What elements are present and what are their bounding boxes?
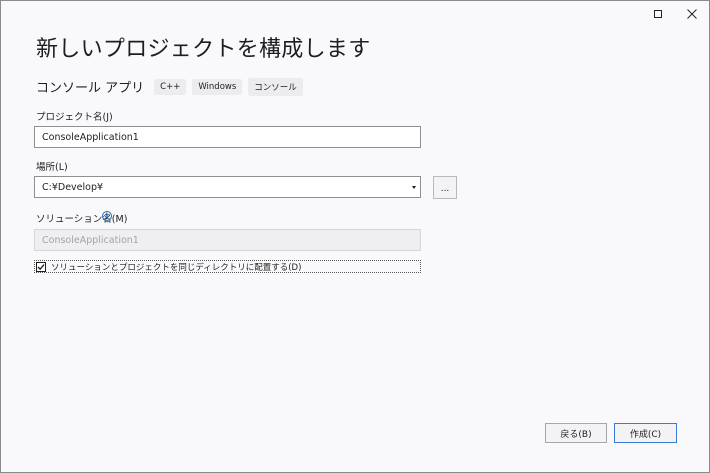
project-name-label: プロジェクト名(J) [36, 112, 113, 123]
solution-name-value: ConsoleApplication1 [42, 234, 139, 246]
location-combobox[interactable]: C:¥Develop¥ [34, 176, 421, 198]
maximize-button[interactable] [641, 1, 675, 27]
location-value: C:¥Develop¥ [42, 181, 104, 193]
browse-button[interactable]: ... [433, 176, 457, 199]
chevron-down-icon[interactable] [412, 186, 416, 189]
project-template-name: コンソール アプリ [36, 81, 145, 96]
close-button[interactable] [675, 1, 709, 27]
same-directory-checkbox-label: ソリューションとプロジェクトを同じディレクトリに配置する(D) [51, 262, 302, 273]
tag-platform: Windows [192, 78, 243, 95]
solution-name-label: ソリューション名(M) [36, 214, 128, 225]
back-button[interactable]: 戻る(B) [545, 423, 607, 443]
location-label: 場所(L) [36, 162, 68, 173]
maximize-icon [654, 10, 662, 18]
tag-project-type: コンソール [248, 77, 303, 96]
tag-language: C++ [154, 78, 187, 95]
dialog-title: 新しいプロジェクトを構成します [36, 37, 371, 62]
solution-name-input: ConsoleApplication1 [34, 229, 421, 251]
info-icon[interactable]: i [102, 211, 112, 221]
close-icon [687, 9, 697, 19]
same-directory-option[interactable]: ソリューションとプロジェクトを同じディレクトリに配置する(D) [34, 260, 421, 273]
checkmark-icon [37, 263, 45, 270]
same-directory-checkbox[interactable] [36, 261, 46, 272]
project-name-input[interactable]: ConsoleApplication1 [34, 126, 421, 148]
project-name-value: ConsoleApplication1 [42, 131, 139, 143]
create-button-label: 作成(C) [629, 429, 662, 440]
back-button-label: 戻る(B) [560, 429, 592, 440]
configure-project-dialog: 新しいプロジェクトを構成します コンソール アプリ C++ Windows コン… [0, 0, 710, 473]
project-type-row: コンソール アプリ C++ Windows コンソール [36, 77, 309, 96]
create-button[interactable]: 作成(C) [614, 423, 677, 443]
browse-button-label: ... [440, 184, 450, 194]
